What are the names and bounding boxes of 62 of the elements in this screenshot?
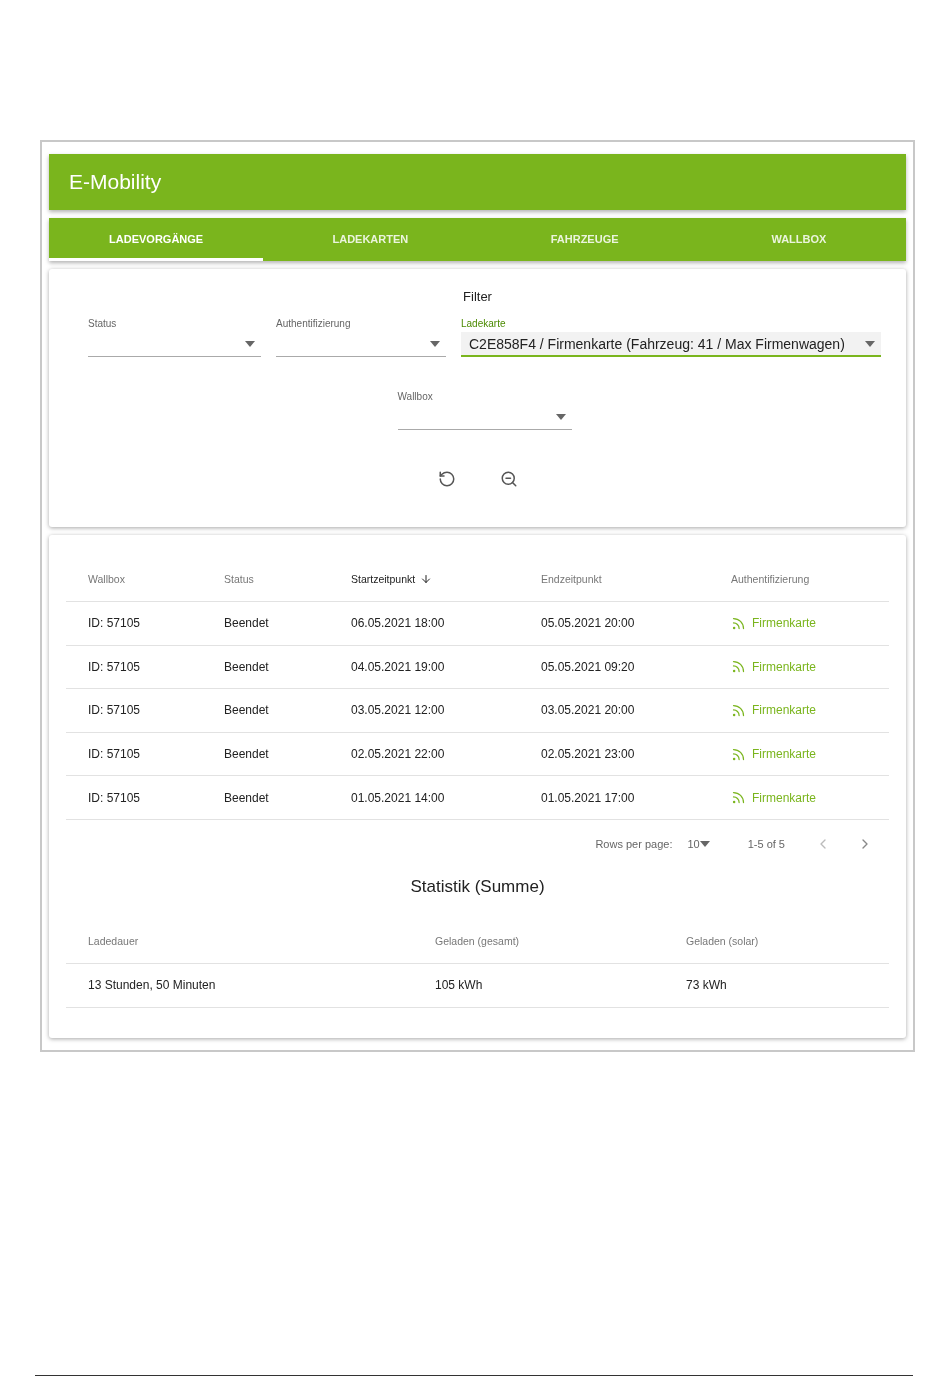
field-label: Wallbox	[397, 391, 433, 402]
sort-arrow-icon	[420, 573, 433, 585]
column-header[interactable]: Wallbox	[66, 557, 202, 602]
column-header: Ladedauer	[66, 918, 413, 964]
table-cell: 05.05.2021 09:20	[519, 645, 709, 690]
authentication-link[interactable]: Firmenkarte	[731, 659, 816, 675]
rss-icon	[731, 615, 746, 631]
table-cell: 73 kWh	[664, 963, 889, 1008]
page-range: 1-5 of 5	[747, 837, 785, 850]
filter-title: Filter	[463, 289, 492, 304]
authentication-link[interactable]: Firmenkarte	[731, 703, 816, 718]
column-header[interactable]: Authentifizierung	[709, 557, 889, 602]
rss-icon	[731, 790, 746, 806]
table-cell: 02.05.2021 23:00	[519, 732, 709, 777]
rows-per-page-label: Rows per page:	[595, 837, 673, 850]
table-cell: 06.05.2021 18:00	[329, 602, 519, 646]
authentication-link[interactable]: Firmenkarte	[731, 615, 816, 631]
select-field[interactable]: C2E858F4 / Firmenkarte (Fahrzeug: 41 / Max Firmenwagen)	[461, 332, 881, 357]
table-cell: 03.05.2021 12:00	[329, 689, 519, 733]
table-cell: ID: 57105	[66, 732, 202, 777]
table-cell: Beendet	[202, 602, 329, 646]
caret-icon	[699, 840, 710, 847]
table-cell: Beendet	[202, 732, 329, 777]
rss-icon	[731, 703, 746, 718]
table-cell: 03.05.2021 20:00	[519, 689, 709, 733]
rows-per-page-select[interactable]: 10	[687, 837, 710, 850]
dropdown-caret-icon	[245, 341, 255, 347]
field-label: Status	[88, 318, 117, 329]
tab[interactable]: LADEVORGÄNGE	[49, 218, 264, 261]
table-cell: ID: 57105	[66, 689, 202, 733]
dropdown-caret-icon	[865, 340, 875, 347]
table-cell: Beendet	[202, 776, 329, 820]
tab[interactable]: FAHRZEUGE	[477, 218, 692, 261]
authentication-link[interactable]: Firmenkarte	[731, 790, 816, 806]
column-header[interactable]: Startzeitpunkt	[329, 557, 519, 602]
table-cell: 05.05.2021 20:00	[519, 602, 709, 646]
column-header: Geladen (gesamt)	[413, 918, 664, 964]
table-cell: ID: 57105	[66, 645, 202, 690]
field-label: Authentifizierung	[276, 318, 351, 329]
rss-icon	[731, 746, 746, 762]
table-cell: 04.05.2021 19:00	[329, 645, 519, 690]
column-header[interactable]: Status	[202, 557, 329, 602]
table-cell: 13 Stunden, 50 Minuten	[66, 963, 413, 1008]
dropdown-caret-icon	[430, 341, 440, 347]
table-cell: Beendet	[202, 689, 329, 733]
table-cell: Beendet	[202, 645, 329, 690]
rss-icon	[731, 659, 746, 675]
field-label: Ladekarte	[461, 318, 506, 329]
table-cell: 105 kWh	[413, 963, 664, 1008]
table-cell: 01.05.2021 14:00	[329, 776, 519, 820]
tab[interactable]: LADEKARTEN	[263, 218, 478, 261]
table-cell: ID: 57105	[66, 776, 202, 820]
statistics-title: Statistik (Summe)	[410, 876, 545, 896]
authentication-link[interactable]: Firmenkarte	[731, 746, 816, 762]
table-cell: 02.05.2021 22:00	[329, 732, 519, 777]
tab[interactable]: WALLBOX	[691, 218, 906, 261]
dropdown-caret-icon	[555, 414, 566, 420]
app-title: E-Mobility	[69, 170, 162, 194]
table-cell: 01.05.2021 17:00	[519, 776, 709, 820]
column-header[interactable]: Endzeitpunkt	[519, 557, 709, 602]
table-cell: ID: 57105	[66, 602, 202, 646]
column-header: Geladen (solar)	[664, 918, 889, 964]
